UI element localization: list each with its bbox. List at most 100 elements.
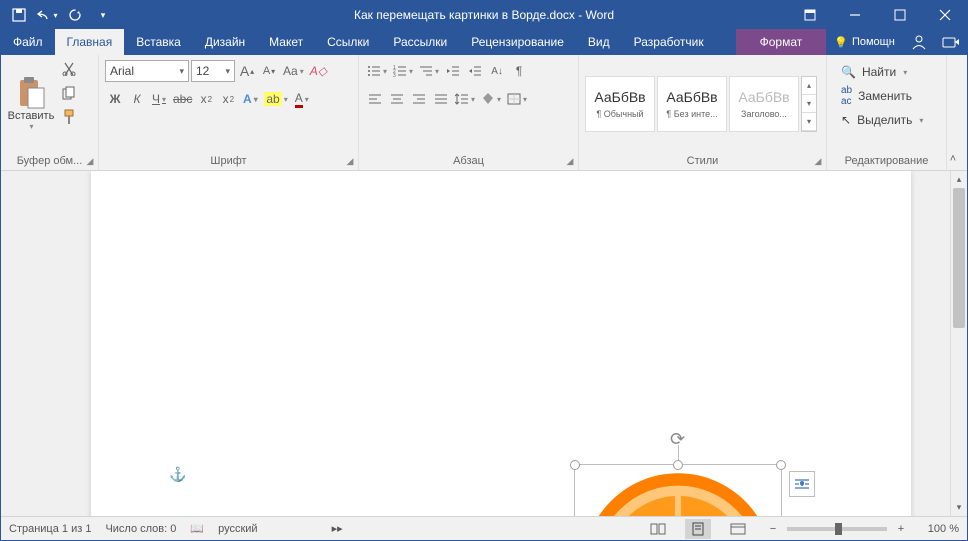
status-language[interactable]: русский xyxy=(218,523,257,535)
rotate-handle[interactable]: ⟳ xyxy=(670,429,686,445)
title-bar: ▾ ▾ Как перемещать картинки в Ворде.docx… xyxy=(1,1,967,29)
italic-button[interactable]: К xyxy=(127,88,147,110)
group-clipboard-label: Буфер обм... xyxy=(17,155,83,167)
tab-insert[interactable]: Вставка xyxy=(124,29,193,55)
style-normal[interactable]: АаБбВв¶ Обычный xyxy=(585,76,655,132)
tab-file[interactable]: Файл xyxy=(1,29,55,55)
styles-dialog-launcher[interactable]: ◢ xyxy=(812,156,824,168)
ribbon-display-button[interactable] xyxy=(787,1,832,29)
tab-mailings[interactable]: Рассылки xyxy=(381,29,459,55)
handle-n[interactable] xyxy=(673,460,683,470)
style-heading1[interactable]: АаБбВвЗаголово... xyxy=(729,76,799,132)
anchor-icon[interactable]: ⚓ xyxy=(169,466,186,483)
increase-indent-button[interactable] xyxy=(465,60,485,82)
paragraph-dialog-launcher[interactable]: ◢ xyxy=(564,156,576,168)
styles-gallery-spinner[interactable]: ▴▾▾ xyxy=(801,76,817,132)
tab-home[interactable]: Главная xyxy=(55,29,125,55)
shrink-font-button[interactable]: A▾ xyxy=(259,60,279,82)
handle-ne[interactable] xyxy=(776,460,786,470)
align-center-button[interactable] xyxy=(387,88,407,110)
tab-design[interactable]: Дизайн xyxy=(193,29,257,55)
highlight-button[interactable]: ab▾ xyxy=(262,88,289,110)
cut-button[interactable] xyxy=(59,59,79,79)
tell-me[interactable]: 💡Помощн xyxy=(826,29,903,55)
vertical-scrollbar[interactable]: ▴ ▾ xyxy=(950,171,967,516)
underline-button[interactable]: Ч▾ xyxy=(149,88,169,110)
save-button[interactable] xyxy=(7,4,31,26)
align-left-button[interactable] xyxy=(365,88,385,110)
layout-options-button[interactable] xyxy=(789,471,815,497)
macro-icon[interactable]: ▸▸ xyxy=(332,522,343,535)
strikethrough-button[interactable]: abc xyxy=(171,88,194,110)
page[interactable] xyxy=(91,171,911,516)
close-button[interactable] xyxy=(922,1,967,29)
font-dialog-launcher[interactable]: ◢ xyxy=(344,156,356,168)
group-paragraph-label: Абзац xyxy=(453,155,484,167)
find-button[interactable]: 🔍Найти▾ xyxy=(837,61,927,83)
paste-button[interactable]: Вставить ▾ xyxy=(7,59,55,131)
account-button[interactable] xyxy=(903,29,935,55)
font-name-combo[interactable]: Arial▾ xyxy=(105,60,189,82)
scroll-thumb[interactable] xyxy=(953,188,965,328)
collapse-ribbon-button[interactable]: ˄ xyxy=(941,150,965,168)
tab-developer[interactable]: Разработчик xyxy=(622,29,716,55)
proofing-icon[interactable]: 📖 xyxy=(190,522,204,535)
borders-button[interactable]: ▾ xyxy=(505,88,529,110)
tab-view[interactable]: Вид xyxy=(576,29,622,55)
sort-button[interactable]: A↓ xyxy=(487,60,507,82)
bullets-button[interactable]: ▾ xyxy=(365,60,389,82)
lightbulb-icon: 💡 xyxy=(834,36,848,49)
scroll-up-button[interactable]: ▴ xyxy=(951,171,967,188)
bold-button[interactable]: Ж xyxy=(105,88,125,110)
text-effects-button[interactable]: A▾ xyxy=(240,88,260,110)
align-right-button[interactable] xyxy=(409,88,429,110)
read-mode-button[interactable] xyxy=(645,519,671,539)
subscript-button[interactable]: x2 xyxy=(196,88,216,110)
maximize-button[interactable] xyxy=(877,1,922,29)
zoom-slider-thumb[interactable] xyxy=(835,523,842,535)
share-button[interactable] xyxy=(935,29,967,55)
status-words[interactable]: Число слов: 0 xyxy=(105,523,176,535)
handle-nw[interactable] xyxy=(570,460,580,470)
selected-image[interactable]: ⟳ xyxy=(575,465,781,516)
undo-button[interactable]: ▾ xyxy=(35,4,59,26)
line-spacing-button[interactable]: ▾ xyxy=(453,88,477,110)
redo-button[interactable] xyxy=(63,4,87,26)
replace-icon: abac xyxy=(841,85,852,107)
font-color-button[interactable]: A▾ xyxy=(292,88,312,110)
multilevel-button[interactable]: ▾ xyxy=(417,60,441,82)
show-marks-button[interactable]: ¶ xyxy=(509,60,529,82)
tab-references[interactable]: Ссылки xyxy=(315,29,381,55)
replace-button[interactable]: abacЗаменить xyxy=(837,85,927,107)
select-button[interactable]: ↖Выделить▾ xyxy=(837,109,927,131)
print-layout-button[interactable] xyxy=(685,519,711,539)
tab-layout[interactable]: Макет xyxy=(257,29,315,55)
tab-format[interactable]: Формат xyxy=(736,29,827,55)
clipboard-dialog-launcher[interactable]: ◢ xyxy=(84,156,96,168)
decrease-indent-button[interactable] xyxy=(443,60,463,82)
superscript-button[interactable]: x2 xyxy=(218,88,238,110)
zoom-slider[interactable] xyxy=(787,527,887,531)
format-painter-button[interactable] xyxy=(59,107,79,127)
window-controls xyxy=(787,1,967,29)
clear-formatting-button[interactable]: A◇ xyxy=(308,60,329,82)
group-styles-label: Стили xyxy=(687,155,719,167)
scroll-down-button[interactable]: ▾ xyxy=(951,499,967,516)
shading-button[interactable]: ▾ xyxy=(479,88,503,110)
font-size-combo[interactable]: 12▾ xyxy=(191,60,235,82)
copy-button[interactable] xyxy=(59,83,79,103)
qat-customize-button[interactable]: ▾ xyxy=(91,4,115,26)
tab-review[interactable]: Рецензирование xyxy=(459,29,576,55)
change-case-button[interactable]: Aa▾ xyxy=(281,60,306,82)
style-no-spacing[interactable]: АаБбВв¶ Без инте... xyxy=(657,76,727,132)
zoom-out-button[interactable]: − xyxy=(765,523,781,535)
zoom-in-button[interactable]: + xyxy=(893,523,909,535)
document-area[interactable]: ⚓ ⟳ ▴ ▾ xyxy=(1,171,967,516)
minimize-button[interactable] xyxy=(832,1,877,29)
numbering-button[interactable]: 123▾ xyxy=(391,60,415,82)
grow-font-button[interactable]: A▴ xyxy=(237,60,257,82)
status-page[interactable]: Страница 1 из 1 xyxy=(9,523,91,535)
web-layout-button[interactable] xyxy=(725,519,751,539)
justify-button[interactable] xyxy=(431,88,451,110)
zoom-level[interactable]: 100 % xyxy=(915,523,959,535)
